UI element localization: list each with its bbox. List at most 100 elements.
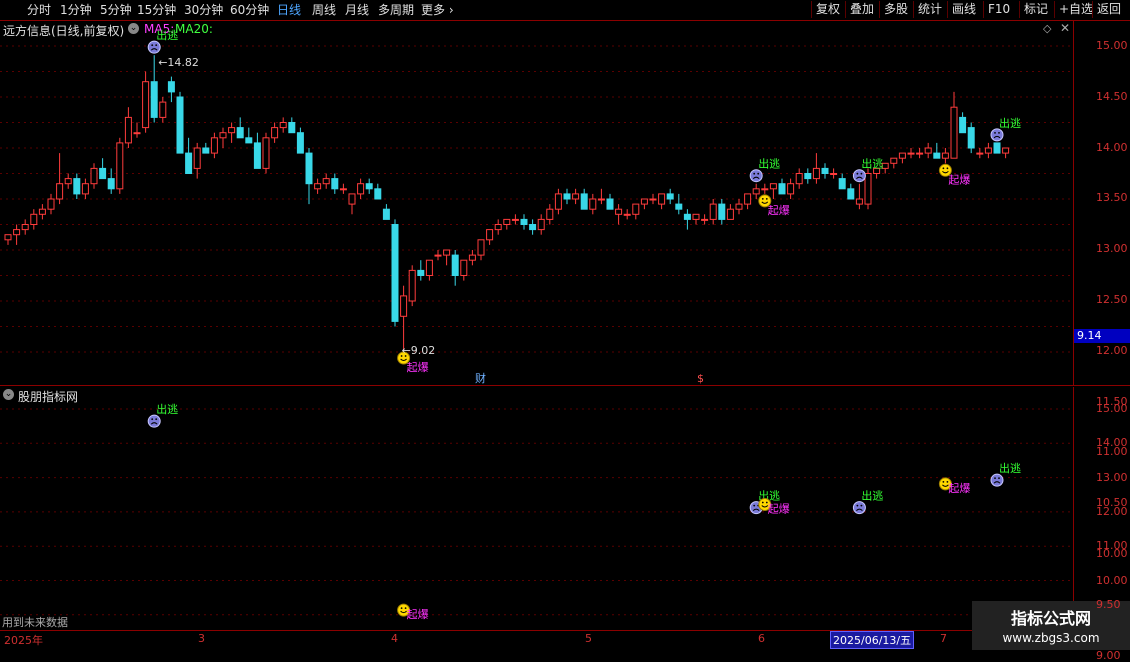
candle-body bbox=[400, 295, 408, 317]
escape-signal-icon bbox=[147, 40, 161, 54]
escape-signal-icon-eye bbox=[753, 172, 756, 175]
candle-body bbox=[4, 234, 12, 241]
boom-label: 起爆 bbox=[948, 481, 970, 495]
candle-body bbox=[279, 122, 287, 129]
price-tick-label: 12.00 bbox=[1096, 343, 1128, 357]
candle-body bbox=[124, 116, 132, 144]
candle-body bbox=[1002, 147, 1010, 154]
candle-body bbox=[305, 152, 313, 185]
escape-signal-icon-eye bbox=[994, 477, 996, 480]
candle-body bbox=[864, 173, 872, 205]
high-price-label: ←14.82 bbox=[158, 56, 199, 69]
candle-body bbox=[649, 198, 657, 201]
candle-body bbox=[417, 269, 425, 276]
candle-body bbox=[537, 218, 545, 231]
boom-signal-icon-eye bbox=[761, 501, 764, 504]
candle-body bbox=[167, 81, 175, 93]
candle-body bbox=[984, 147, 992, 154]
candle-body bbox=[425, 259, 433, 277]
candle-body bbox=[357, 183, 365, 195]
dividend-marker: $ bbox=[697, 372, 704, 385]
candle-body bbox=[322, 178, 330, 185]
indicator-tick-label: 12.00 bbox=[1096, 504, 1128, 518]
candle-body bbox=[494, 224, 502, 231]
candle-body bbox=[511, 218, 519, 221]
boom-label: 起爆 bbox=[768, 501, 790, 515]
candle-body bbox=[374, 188, 382, 200]
candle-body bbox=[967, 127, 975, 149]
price-tick-label: 9.50 bbox=[1096, 597, 1121, 611]
candle-body bbox=[90, 167, 98, 185]
escape-signal-icon-eye bbox=[753, 504, 756, 507]
escape-signal-icon-eye bbox=[860, 504, 863, 507]
candle-body bbox=[486, 229, 494, 241]
price-tick-label: 9.00 bbox=[1096, 648, 1121, 662]
indicator-tick-label: 13.00 bbox=[1096, 470, 1128, 484]
boom-signal-icon-eye bbox=[942, 480, 945, 483]
candle-body bbox=[133, 132, 141, 135]
candle-body bbox=[451, 254, 459, 277]
escape-signal-icon-eye bbox=[856, 172, 859, 175]
price-tick-label: 13.50 bbox=[1096, 191, 1128, 205]
candle-body bbox=[13, 229, 21, 236]
candle-body bbox=[683, 213, 691, 220]
escape-signal-icon-eye bbox=[998, 477, 1000, 480]
boom-signal-icon-eye bbox=[765, 198, 768, 200]
candle-body bbox=[847, 188, 855, 200]
candle-body bbox=[804, 173, 812, 180]
boom-signal-icon-eye bbox=[761, 198, 764, 200]
date-axis: 2025年 3 4 5 6 7 bbox=[0, 630, 1130, 651]
candle-body bbox=[271, 127, 279, 139]
candle-body bbox=[838, 178, 846, 190]
candle-body bbox=[107, 178, 115, 190]
escape-signal-icon-eye bbox=[757, 172, 760, 175]
candle-body bbox=[245, 137, 253, 144]
candle-body bbox=[288, 122, 296, 134]
candle-body bbox=[159, 101, 167, 118]
candle-body bbox=[253, 142, 261, 169]
price-tick-label: 12.50 bbox=[1096, 293, 1128, 306]
escape-signal-icon bbox=[749, 169, 763, 183]
candle-body bbox=[907, 152, 915, 155]
candle-body bbox=[787, 183, 795, 195]
candle-body bbox=[38, 208, 46, 215]
candle-body bbox=[468, 254, 476, 261]
candle-body bbox=[185, 152, 193, 175]
candle-body bbox=[761, 188, 769, 191]
candle-body bbox=[898, 152, 906, 159]
candle-body bbox=[890, 157, 898, 164]
candle-body bbox=[752, 188, 760, 195]
candle-body bbox=[99, 167, 107, 180]
candle-body bbox=[580, 193, 588, 210]
boom-signal-icon-eye bbox=[942, 167, 945, 170]
candle-body bbox=[176, 96, 184, 154]
candle-body bbox=[296, 132, 304, 154]
indicator-tick-label: 14.00 bbox=[1096, 436, 1128, 450]
candle-body bbox=[73, 178, 81, 195]
escape-label: 出逃 bbox=[758, 157, 780, 171]
candlestick-chart[interactable]: 出逃出逃出逃出逃出逃出逃出逃出逃起爆起爆起爆起爆起爆起爆←14.82←9.02财… bbox=[0, 0, 1130, 650]
candle-body bbox=[830, 173, 838, 175]
candle-body bbox=[812, 167, 820, 180]
candle-body bbox=[623, 213, 631, 216]
candle-body bbox=[546, 208, 554, 220]
candle-body bbox=[821, 167, 829, 174]
candle-body bbox=[718, 203, 726, 220]
candle-body bbox=[735, 203, 743, 210]
candle-body bbox=[941, 152, 949, 159]
escape-signal-icon bbox=[990, 473, 1004, 487]
candle-body bbox=[855, 198, 863, 205]
candle-body bbox=[778, 183, 786, 195]
candle-body bbox=[262, 137, 270, 169]
indicator-tick-label: 15.00 bbox=[1096, 402, 1128, 415]
candle-body bbox=[314, 183, 322, 190]
escape-signal-icon bbox=[990, 128, 1004, 142]
candle-body bbox=[675, 203, 683, 210]
date-label: 3 bbox=[198, 632, 205, 645]
date-label: 5 bbox=[585, 632, 592, 645]
candle-body bbox=[503, 218, 511, 225]
boom-label: 起爆 bbox=[407, 360, 429, 374]
candle-body bbox=[210, 137, 218, 154]
escape-signal-icon bbox=[852, 169, 866, 183]
boom-signal-icon-eye bbox=[400, 607, 403, 610]
